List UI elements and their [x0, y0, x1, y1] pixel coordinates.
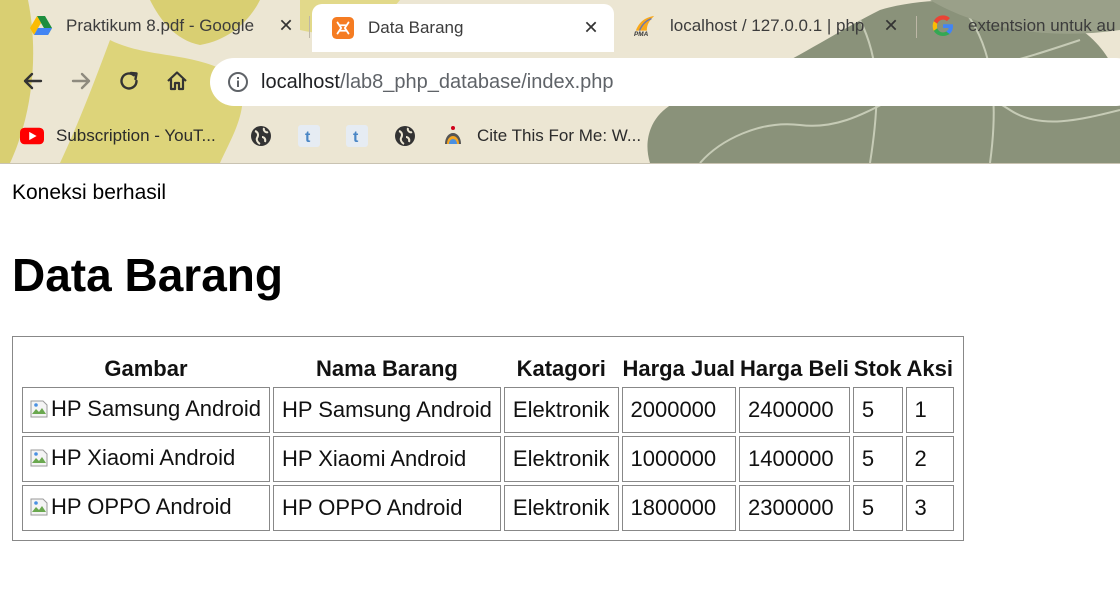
phpmyadmin-icon: PMA: [634, 15, 656, 37]
stok-cell: 5: [852, 436, 903, 482]
svg-text:t: t: [353, 129, 359, 146]
product-image: HP Xiaomi Android: [29, 445, 235, 471]
katagori-cell: Elektronik: [503, 485, 619, 531]
aksi-cell: 2: [905, 436, 954, 482]
svg-text:t: t: [305, 129, 311, 146]
nama-barang-cell: HP OPPO Android: [272, 485, 501, 531]
data-table-wrapper: Gambar Nama Barang Katagori Harga Jual H…: [12, 336, 964, 541]
stok-cell: 5: [852, 387, 903, 433]
tab-title: localhost / 127.0.0.1 | php: [670, 16, 865, 35]
reload-icon: [120, 71, 138, 90]
url-text[interactable]: localhost/lab8_php_database/index.php: [261, 71, 614, 94]
connection-status: Koneksi berhasil: [12, 181, 167, 204]
column-header-harga-jual: Harga Jual: [622, 356, 736, 381]
column-header-gambar: Gambar: [104, 356, 188, 381]
page-title: Data Barang: [12, 249, 283, 301]
toolbar: localhost/lab8_php_database/index.php: [0, 52, 1120, 110]
bookmark-label: Subscription - YouT...: [56, 126, 216, 145]
close-icon[interactable]: ✕: [277, 16, 295, 37]
close-icon[interactable]: ✕: [882, 16, 900, 37]
tab-google-drive[interactable]: Praktikum 8.pdf - Google ✕: [0, 8, 305, 44]
tab-data-barang[interactable]: Data Barang ✕: [312, 4, 614, 52]
image-alt-text: HP Xiaomi Android: [51, 444, 236, 470]
cite-this-for-me-icon: [441, 124, 465, 148]
katagori-cell: Elektronik: [503, 436, 619, 482]
column-header-stok: Stok: [853, 356, 902, 381]
aksi-cell: 3: [905, 485, 954, 531]
page-content: Koneksi berhasil Data Barang Gambar Nama…: [0, 164, 1120, 591]
table-row: HP Samsung Android HP Samsung Android El…: [22, 387, 954, 433]
bookmark-tumblr-1[interactable]: t: [297, 122, 321, 150]
column-header-aksi: Aksi: [906, 356, 953, 381]
column-header-katagori: Katagori: [516, 356, 606, 381]
close-icon[interactable]: ✕: [582, 18, 600, 39]
tab-google-search[interactable]: extentsion untuk au: [918, 8, 1120, 44]
url-host: localhost: [261, 70, 340, 93]
youtube-icon: [20, 124, 44, 148]
bookmark-tumblr-2[interactable]: t: [345, 122, 369, 150]
tab-title: extentsion untuk au: [968, 16, 1116, 35]
info-icon[interactable]: [227, 71, 249, 93]
bookmark-globe-1[interactable]: [249, 122, 273, 150]
google-icon: [932, 15, 954, 37]
harga-beli-cell: 2400000: [739, 387, 850, 433]
katagori-cell: Elektronik: [503, 387, 619, 433]
data-table: Gambar Nama Barang Katagori Harga Jual H…: [12, 336, 964, 541]
globe-icon: [249, 124, 273, 148]
nama-barang-cell: HP Xiaomi Android: [272, 436, 501, 482]
reload-button[interactable]: [114, 66, 144, 96]
harga-jual-cell: 1000000: [621, 436, 736, 482]
tab-separator: [309, 16, 310, 38]
forward-button[interactable]: [66, 66, 96, 96]
broken-image-icon: [30, 498, 48, 515]
gambar-cell: HP OPPO Android: [22, 485, 270, 531]
product-image: HP Samsung Android: [29, 396, 261, 422]
tab-title: Praktikum 8.pdf - Google: [66, 16, 255, 35]
harga-jual-cell: 2000000: [621, 387, 736, 433]
nama-barang-cell: HP Samsung Android: [272, 387, 501, 433]
xampp-icon: [332, 17, 354, 39]
gambar-cell: HP Xiaomi Android: [22, 436, 270, 482]
column-header-nama-barang: Nama Barang: [316, 356, 458, 381]
browser-chrome: Praktikum 8.pdf - Google ✕ Data Barang ✕…: [0, 0, 1120, 164]
column-header-harga-beli: Harga Beli: [740, 356, 849, 381]
google-drive-icon: [30, 15, 52, 37]
bookmark-label: Cite This For Me: W...: [477, 126, 642, 145]
bookmark-cite-this-for-me[interactable]: Cite This For Me: W...: [441, 122, 641, 150]
forward-arrow-icon: [71, 72, 91, 90]
harga-jual-cell: 1800000: [621, 485, 736, 531]
tab-strip: Praktikum 8.pdf - Google ✕ Data Barang ✕…: [0, 0, 1120, 52]
address-bar[interactable]: localhost/lab8_php_database/index.php: [210, 58, 1120, 106]
bookmark-youtube[interactable]: Subscription - YouT...: [20, 122, 216, 150]
tab-title: Data Barang: [368, 18, 464, 37]
globe-icon: [393, 124, 417, 148]
stok-cell: 5: [852, 485, 903, 531]
back-button[interactable]: [18, 66, 48, 96]
svg-text:PMA: PMA: [634, 31, 649, 37]
image-alt-text: HP Samsung Android: [51, 395, 261, 421]
table-row: HP Xiaomi Android HP Xiaomi Android Elek…: [22, 436, 954, 482]
home-icon: [167, 71, 187, 91]
bookmark-globe-2[interactable]: [393, 122, 417, 150]
table-row: HP OPPO Android HP OPPO Android Elektron…: [22, 485, 954, 531]
tumblr-icon: t: [297, 124, 321, 148]
bookmarks-bar: Subscription - YouT... t t Cite This For…: [0, 110, 1120, 162]
aksi-cell: 1: [905, 387, 954, 433]
broken-image-icon: [30, 400, 48, 417]
product-image: HP OPPO Android: [29, 494, 232, 520]
image-alt-text: HP OPPO Android: [51, 493, 232, 519]
harga-beli-cell: 2300000: [739, 485, 850, 531]
tab-separator: [916, 16, 917, 38]
tumblr-icon: t: [345, 124, 369, 148]
tab-phpmyadmin[interactable]: PMA localhost / 127.0.0.1 | php ✕: [614, 8, 914, 44]
broken-image-icon: [30, 449, 48, 466]
gambar-cell: HP Samsung Android: [22, 387, 270, 433]
back-arrow-icon: [23, 72, 43, 90]
harga-beli-cell: 1400000: [739, 436, 850, 482]
home-button[interactable]: [162, 66, 192, 96]
table-header-row: Gambar Nama Barang Katagori Harga Jual H…: [22, 346, 954, 384]
url-path: /lab8_php_database/index.php: [339, 70, 614, 93]
